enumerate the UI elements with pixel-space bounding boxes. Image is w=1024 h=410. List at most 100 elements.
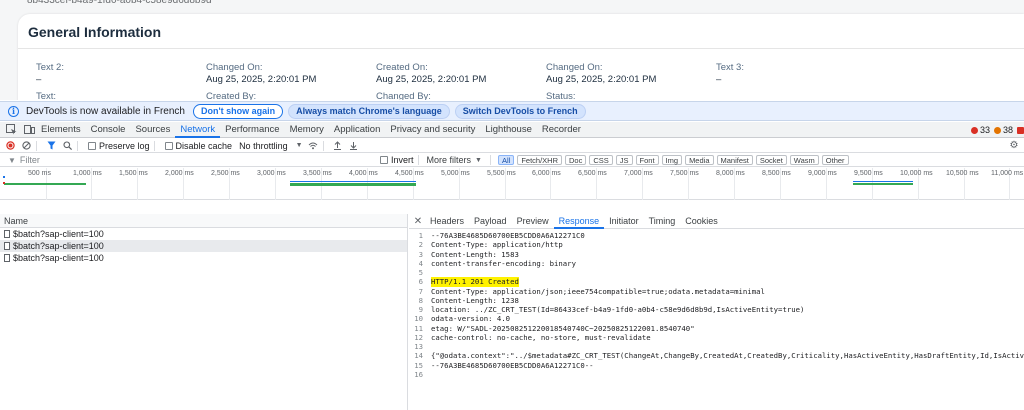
type-filter-fetch-xhr[interactable]: Fetch/XHR [517,155,562,165]
infobar-message: DevTools is now available in French [26,105,185,117]
switch-to-french-button[interactable]: Switch DevTools to French [454,103,586,119]
tab-elements[interactable]: Elements [36,122,86,138]
timeline-marker [3,182,5,184]
more-filters-dropdown[interactable]: More filters [427,155,472,165]
warning-count[interactable]: 38 [993,125,1013,135]
timeline-request-waiting [290,181,416,182]
tab-response[interactable]: Response [553,214,605,229]
issues-icon[interactable] [1017,126,1024,134]
field-value: Aug 25, 2025, 2:20:01 PM [206,74,317,85]
code-line: 10 odata-version: 4.0 [409,314,1024,323]
timeline-tick-label: 3,000 ms [257,170,286,177]
tab-headers[interactable]: Headers [425,214,469,229]
field-changed-on: Changed On: Aug 25, 2025, 2:20:01 PM [206,62,366,85]
tab-sources[interactable]: Sources [130,122,175,138]
timeline-request-waiting [853,181,913,182]
timeline-tick-label: 5,500 ms [487,170,516,177]
request-row[interactable]: $batch?sap-client=100 [0,228,407,240]
line-number: 15 [414,360,423,370]
preserve-log-checkbox[interactable] [88,141,96,150]
error-count[interactable]: 33 [970,125,990,135]
line-text: --76A3BE4685D60700EB5CDD0A6A12271C0 [431,231,585,240]
chevron-down-icon[interactable]: ▼ [475,157,482,164]
filter-funnel-icon[interactable] [45,140,57,152]
column-header-name[interactable]: Name [0,214,407,228]
tab-performance[interactable]: Performance [220,122,284,138]
type-filter-wasm[interactable]: Wasm [789,155,819,165]
filter-icon: ▼ [8,155,16,165]
tab-payload[interactable]: Payload [469,214,512,229]
error-icon [970,126,978,134]
type-filter-socket[interactable]: Socket [755,155,787,165]
document-icon [4,230,10,238]
tab-privacy-security[interactable]: Privacy and security [385,122,480,138]
type-filter-other[interactable]: Other [821,155,849,165]
code-line: 16 [409,370,1024,379]
type-filter-js[interactable]: JS [615,155,633,165]
timeline-tick-label: 1,000 ms [73,170,102,177]
filter-input[interactable]: ▼ Filter [0,155,360,166]
field-label: Changed On: [206,62,263,73]
close-icon[interactable]: ✕ [411,216,425,227]
network-toolbar: Preserve log Disable cache No throttling… [0,139,1024,153]
type-filter-img[interactable]: Img [661,155,683,165]
type-filter-css[interactable]: CSS [589,155,613,165]
timeline-tick-label: 1,500 ms [119,170,148,177]
field-value: – [716,74,722,85]
code-line: 13 [409,342,1024,351]
request-name: $batch?sap-client=100 [13,229,104,239]
tab-initiator[interactable]: Initiator [604,214,644,229]
clear-icon[interactable] [20,140,32,152]
line-text: Content-Length: 1238 [431,295,519,305]
device-toolbar-icon[interactable] [22,123,36,137]
throttling-select[interactable]: No throttling [239,141,288,151]
import-har-icon[interactable] [332,140,344,152]
line-number: 2 [418,240,423,250]
tab-lighthouse[interactable]: Lighthouse [480,122,536,138]
tab-timing[interactable]: Timing [644,214,681,229]
type-filter-font[interactable]: Font [635,155,659,165]
network-overview-timeline[interactable]: 500 ms 1,000 ms 1,500 ms 2,000 ms 2,500 ms 3,… [0,168,1024,200]
type-filter-doc[interactable]: Doc [565,155,587,165]
tab-application[interactable]: Application [329,122,385,138]
search-icon[interactable] [61,140,73,152]
field-value: Aug 25, 2025, 2:20:01 PM [546,74,657,85]
field-label: Status: [546,91,576,100]
devtools-panel-tabs: Elements Console Sources Network Perform… [0,122,1024,138]
tab-console[interactable]: Console [86,122,131,138]
tab-network[interactable]: Network [175,122,221,138]
code-line: 14 {"@odata.context":"../$metadata#ZC_CRT… [409,351,1024,360]
tab-recorder[interactable]: Recorder [537,122,586,138]
request-row[interactable]: $batch?sap-client=100 [0,240,407,252]
inspect-element-icon[interactable] [4,123,18,137]
timeline-tick-label: 11,000 ms [991,170,1024,177]
field-label: Created On: [376,62,428,73]
type-filter-all[interactable]: All [497,155,515,165]
match-chrome-language-button[interactable]: Always match Chrome's language [288,103,450,119]
tab-memory[interactable]: Memory [285,122,329,138]
field-label: Text: [36,91,57,100]
export-har-icon[interactable] [348,140,360,152]
field-changed-on-2: Changed On: Aug 25, 2025, 2:20:01 PM [546,62,706,85]
dont-show-again-button[interactable]: Don't show again [192,103,284,119]
line-number: 10 [414,314,423,324]
invert-checkbox[interactable] [380,156,388,164]
response-body[interactable]: 1 --76A3BE4685D60700EB5CDD0A6A12271C0 2 Con… [409,229,1024,379]
record-icon[interactable] [4,140,16,152]
tab-cookies[interactable]: Cookies [680,214,723,229]
code-line: 4 content-transfer-encoding: binary [409,259,1024,268]
chevron-down-icon[interactable]: ▼ [296,142,303,149]
network-conditions-icon[interactable] [307,140,319,152]
type-filter-manifest[interactable]: Manifest [716,155,753,165]
network-settings-gear-icon[interactable]: ⚙ [1008,140,1020,152]
info-icon: i [8,105,19,117]
type-filter-media[interactable]: Media [685,155,714,165]
disable-cache-checkbox[interactable] [164,141,173,150]
request-row[interactable]: $batch?sap-client=100 [0,252,407,264]
issue-counters[interactable]: 33 38 [970,122,1024,138]
field-text: Text: [36,91,196,100]
line-number: 7 [418,286,423,296]
filter-placeholder: Filter [19,155,40,165]
tab-preview[interactable]: Preview [512,214,554,229]
field-changed-by: Changed By: [376,91,536,100]
